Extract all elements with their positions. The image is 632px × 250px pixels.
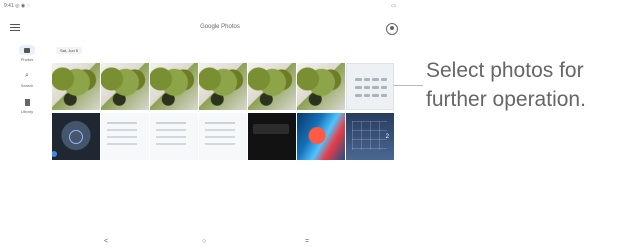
date-label: Sat, Jun 5 [56,47,83,54]
photo-thumbnail[interactable] [101,63,149,110]
rail-label-photos: Photos [20,57,34,62]
photo-grid: 2 [52,63,394,161]
tablet-screen: 9:41 ◎ ◉ ◌ ▭ Google Photos Photos ⌕ Sear… [0,0,410,250]
photo-thumbnail[interactable] [199,63,247,110]
menu-line-3 [10,30,20,31]
photo-thumbnail[interactable] [150,113,198,160]
account-icon[interactable] [386,23,398,35]
photo-thumbnail[interactable] [101,113,149,160]
menu-icon[interactable] [10,24,20,32]
photo-thumbnail[interactable] [199,113,247,160]
photo-thumbnail[interactable] [52,113,100,160]
rail-label-search: Search [20,83,34,88]
photo-thumbnail[interactable] [150,63,198,110]
system-navigation: < ○ = [0,232,410,250]
photo-thumbnail[interactable]: 2 [346,113,394,160]
app-title: Google Photos [200,24,240,30]
rail-item-search[interactable]: ⌕ Search [10,71,44,97]
caption-line-1: Select photos for [426,59,584,82]
rail-item-photos[interactable]: Photos [10,45,44,71]
rail-label-library: Library [20,109,34,114]
photo-thumbnail[interactable] [346,63,394,110]
navigation-rail: Photos ⌕ Search Library [10,45,44,135]
photo-thumbnail[interactable] [297,113,345,160]
count-badge: 2 [385,134,389,140]
keypad-preview [355,78,387,100]
status-left-text: 9:41 ◎ ◉ ◌ [4,3,30,9]
caption-line-2: further operation. [426,88,586,111]
callout-line [393,85,423,86]
selection-dot [52,151,57,157]
photo-thumbnail[interactable] [297,63,345,110]
library-icon [19,97,35,107]
instruction-caption: Select photos for further operation. [426,56,631,114]
menu-line-1 [10,24,20,25]
back-icon[interactable]: < [104,238,108,245]
menu-line-2 [10,27,20,28]
photo-thumbnail[interactable] [52,63,100,110]
recent-apps-icon[interactable]: = [305,238,309,245]
photo-thumbnail[interactable] [248,113,296,160]
search-icon: ⌕ [25,72,29,79]
photos-icon [19,45,35,55]
photo-thumbnail[interactable] [248,63,296,110]
status-right-text: ▭ [391,3,396,9]
home-icon[interactable]: ○ [202,238,206,245]
status-bar: 9:41 ◎ ◉ ◌ ▭ [4,1,406,13]
rail-item-library[interactable]: Library [10,97,44,123]
